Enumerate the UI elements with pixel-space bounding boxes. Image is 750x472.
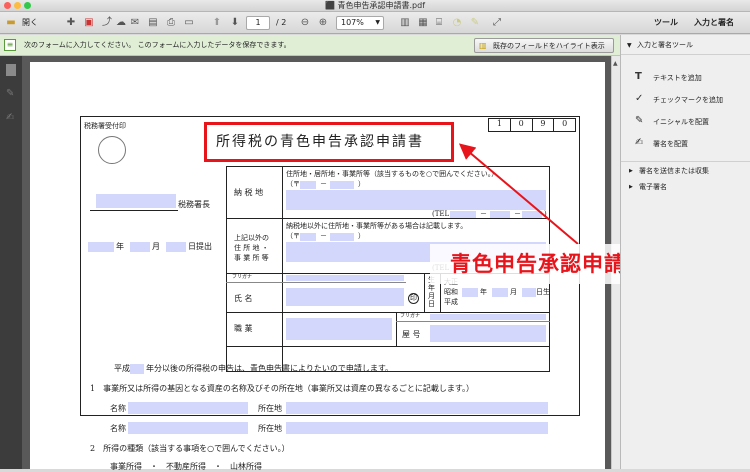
checkmark-icon: ✓ [635, 93, 644, 104]
panel-header[interactable]: ▼ 入力と署名ツール [621, 35, 750, 55]
place-signature-tool[interactable]: ✍ 署名を配置 [629, 137, 747, 151]
signature-icon: ✍ [635, 137, 644, 148]
section-label: 署名を送信または収集 [639, 167, 709, 175]
add-text-tool[interactable]: T テキストを追加 [629, 71, 747, 85]
tool-label: チェックマークを追加 [653, 96, 723, 104]
sign-tools-panel: ▼ 入力と署名ツール T テキストを追加 ✓ チェックマークを追加 ✎ イニシャ… [620, 35, 750, 469]
divider [621, 161, 750, 162]
place-initials-tool[interactable]: ✎ イニシャルを配置 [629, 115, 747, 129]
e-signature-section[interactable]: ▶ 電子署名 [621, 181, 750, 193]
panel-header-label: 入力と署名ツール [637, 41, 693, 49]
send-signature-section[interactable]: ▶ 署名を送信または収集 [621, 165, 750, 177]
tool-label: テキストを追加 [653, 74, 702, 82]
tool-label: 署名を配置 [653, 140, 688, 148]
text-icon: T [635, 71, 642, 82]
chevron-right-icon: ▶ [629, 184, 633, 190]
chevron-down-icon: ▼ [627, 42, 632, 49]
chevron-right-icon: ▶ [629, 168, 633, 174]
section-label: 電子署名 [639, 183, 667, 191]
add-checkmark-tool[interactable]: ✓ チェックマークを追加 [629, 93, 747, 107]
initials-icon: ✎ [635, 115, 644, 126]
tool-label: イニシャルを配置 [653, 118, 709, 126]
